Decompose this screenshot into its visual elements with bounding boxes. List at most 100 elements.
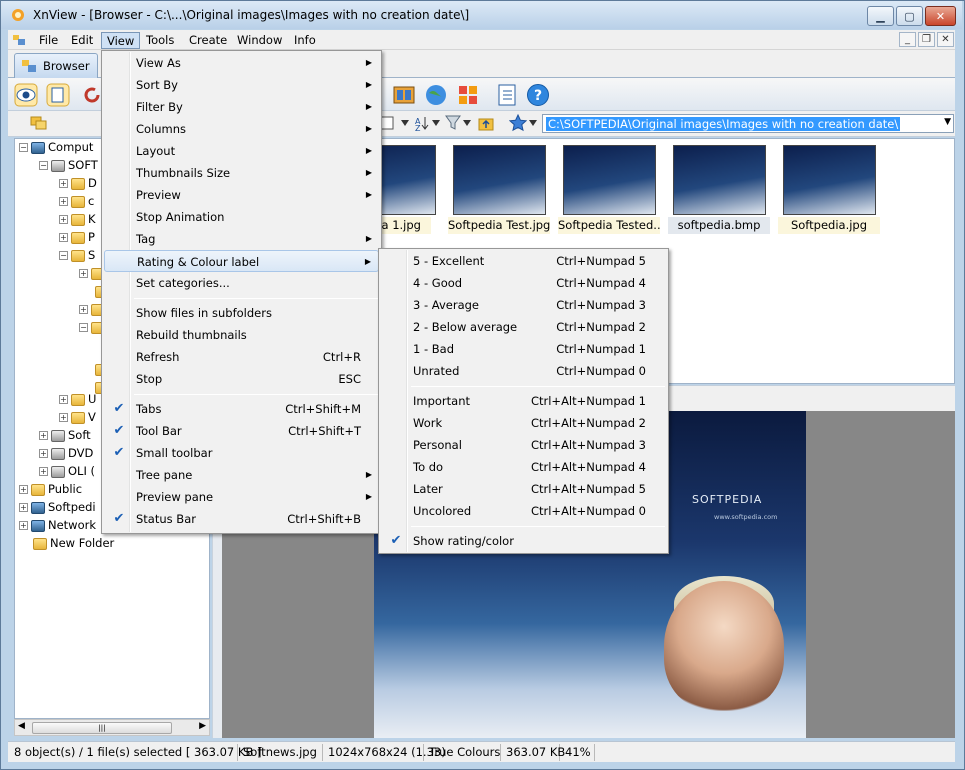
expand-icon[interactable]: + — [39, 431, 48, 440]
tree-node[interactable]: + Softpedi — [19, 499, 96, 515]
expand-icon[interactable]: + — [59, 233, 68, 242]
menu-item-preview[interactable]: Preview ▶ — [104, 184, 379, 206]
menu-info[interactable]: Info — [289, 32, 321, 49]
grid-icon[interactable] — [456, 83, 480, 107]
menu-item-show-files-in-subfolders[interactable]: Show files in subfolders — [104, 302, 379, 324]
expand-icon[interactable]: + — [59, 413, 68, 422]
filter-icon[interactable] — [445, 114, 461, 131]
address-combobox[interactable]: C:\SOFTPEDIA\Original images\Images with… — [542, 114, 954, 133]
collapse-icon[interactable]: − — [79, 323, 88, 332]
menu-tools[interactable]: Tools — [141, 32, 179, 49]
menu-item-rating-colour-label[interactable]: Rating & Colour label ▶ — [104, 250, 379, 272]
thumbnail-caption[interactable]: softpedia.bmp — [668, 217, 770, 234]
chevron-down-icon[interactable] — [529, 120, 537, 126]
help-icon[interactable]: ? — [526, 83, 550, 107]
chevron-down-icon[interactable] — [432, 120, 440, 126]
menu-window[interactable]: Window — [232, 32, 287, 49]
maximize-button[interactable]: ▢ — [896, 6, 923, 26]
menu-item-sort-by[interactable]: Sort By ▶ — [104, 74, 379, 96]
tree-node[interactable]: + P — [59, 229, 95, 245]
menu-item-small-toolbar[interactable]: ✔ Small toolbar — [104, 442, 379, 464]
tree-node[interactable]: − Comput — [19, 139, 93, 155]
thumbnail-caption[interactable]: Softpedia Test.jpg — [448, 217, 550, 234]
menu-item-label-personal[interactable]: Personal Ctrl+Alt+Numpad 3 — [381, 434, 666, 456]
menu-item-rating-5[interactable]: 5 - Excellent Ctrl+Numpad 5 — [381, 250, 666, 272]
scroll-right-icon[interactable]: ▶ — [199, 721, 206, 731]
tab-browser[interactable]: Browser — [14, 53, 98, 78]
mdi-minimize-button[interactable]: _ — [899, 32, 916, 47]
collapse-icon[interactable]: − — [39, 161, 48, 170]
menu-edit[interactable]: Edit — [66, 32, 98, 49]
tree-node[interactable]: + OLI ( — [39, 463, 95, 479]
collapse-icon[interactable]: − — [59, 251, 68, 260]
tree-node[interactable]: + K — [59, 211, 96, 227]
menu-item-tool-bar[interactable]: ✔ Tool Bar Ctrl+Shift+T — [104, 420, 379, 442]
fullscreen-icon[interactable] — [46, 83, 70, 107]
thumbnail-caption[interactable]: Softpedia Tested.... — [558, 217, 660, 234]
close-button[interactable]: ✕ — [925, 6, 956, 26]
menu-item-rebuild-thumbnails[interactable]: Rebuild thumbnails — [104, 324, 379, 346]
tree-node[interactable]: + c — [59, 193, 94, 209]
expand-icon[interactable]: + — [59, 215, 68, 224]
folders-icon[interactable] — [30, 115, 48, 131]
chevron-down-icon[interactable] — [401, 120, 409, 126]
menu-item-show-rating-color[interactable]: ✔ Show rating/color — [381, 530, 666, 552]
tree-node[interactable]: + Network — [19, 517, 96, 533]
menu-item-thumbnails-size[interactable]: Thumbnails Size ▶ — [104, 162, 379, 184]
expand-icon[interactable]: + — [19, 485, 28, 494]
menu-item-preview-pane[interactable]: Preview pane ▶ — [104, 486, 379, 508]
tree-node[interactable]: + D — [59, 175, 97, 191]
title-bar[interactable]: XnView - [Browser - C:\...\Original imag… — [1, 1, 962, 29]
menu-item-set-categories[interactable]: Set categories... — [104, 272, 379, 294]
collapse-icon[interactable]: − — [19, 143, 28, 152]
menu-item-rating-2[interactable]: 2 - Below average Ctrl+Numpad 2 — [381, 316, 666, 338]
menu-item-filter-by[interactable]: Filter By ▶ — [104, 96, 379, 118]
properties-icon[interactable] — [495, 83, 519, 107]
minimize-button[interactable]: ▁ — [867, 6, 894, 26]
expand-icon[interactable]: + — [59, 179, 68, 188]
tree-node[interactable]: New Folder — [33, 535, 114, 551]
expand-icon[interactable]: + — [59, 395, 68, 404]
tree-node[interactable]: + V — [59, 409, 96, 425]
menu-item-label-later[interactable]: Later Ctrl+Alt+Numpad 5 — [381, 478, 666, 500]
menu-item-rating-4[interactable]: 4 - Good Ctrl+Numpad 4 — [381, 272, 666, 294]
view-mode-icon[interactable] — [380, 115, 394, 131]
mdi-restore-button[interactable]: ❐ — [918, 32, 935, 47]
menu-item-tabs[interactable]: ✔ Tabs Ctrl+Shift+M — [104, 398, 379, 420]
sort-icon[interactable]: AZ — [415, 115, 429, 131]
expand-icon[interactable]: + — [79, 305, 88, 314]
thumbnail-caption[interactable]: Softpedia.jpg — [778, 217, 880, 234]
expand-icon[interactable]: + — [79, 269, 88, 278]
menu-item-label-uncolored[interactable]: Uncolored Ctrl+Alt+Numpad 0 — [381, 500, 666, 522]
menu-view[interactable]: View — [101, 32, 141, 49]
menu-item-layout[interactable]: Layout ▶ — [104, 140, 379, 162]
tree-node[interactable]: + DVD — [39, 445, 93, 461]
menu-item-unrated[interactable]: Unrated Ctrl+Numpad 0 — [381, 360, 666, 382]
scroll-thumb[interactable]: ||| — [32, 722, 172, 734]
chevron-down-icon[interactable] — [463, 120, 471, 126]
menu-create[interactable]: Create — [184, 32, 232, 49]
expand-icon[interactable]: + — [19, 521, 28, 530]
tree-node[interactable]: − SOFT — [39, 157, 98, 173]
expand-icon[interactable]: + — [19, 503, 28, 512]
favorites-star-icon[interactable] — [509, 114, 527, 132]
thumbnail-image[interactable] — [563, 145, 656, 215]
menu-item-stop[interactable]: Stop ESC — [104, 368, 379, 390]
scroll-left-icon[interactable]: ◀ — [18, 721, 25, 731]
thumbnail-image[interactable] — [673, 145, 766, 215]
chevron-down-icon[interactable]: ▼ — [944, 117, 951, 127]
address-path[interactable]: C:\SOFTPEDIA\Original images\Images with… — [546, 117, 901, 131]
tree-node[interactable]: − S — [59, 247, 95, 263]
menu-item-status-bar[interactable]: ✔ Status Bar Ctrl+Shift+B — [104, 508, 379, 530]
thumbnail-image[interactable] — [783, 145, 876, 215]
menu-item-tag[interactable]: Tag ▶ — [104, 228, 379, 250]
tree-node[interactable]: + Public — [19, 481, 82, 497]
expand-icon[interactable]: + — [59, 197, 68, 206]
menu-item-label-work[interactable]: Work Ctrl+Alt+Numpad 2 — [381, 412, 666, 434]
globe-icon[interactable] — [424, 83, 448, 107]
eye-icon[interactable] — [14, 83, 38, 107]
menu-item-label-important[interactable]: Important Ctrl+Alt+Numpad 1 — [381, 390, 666, 412]
menu-item-tree-pane[interactable]: Tree pane ▶ — [104, 464, 379, 486]
filmstrip-icon[interactable] — [392, 83, 416, 107]
menu-item-rating-3[interactable]: 3 - Average Ctrl+Numpad 3 — [381, 294, 666, 316]
